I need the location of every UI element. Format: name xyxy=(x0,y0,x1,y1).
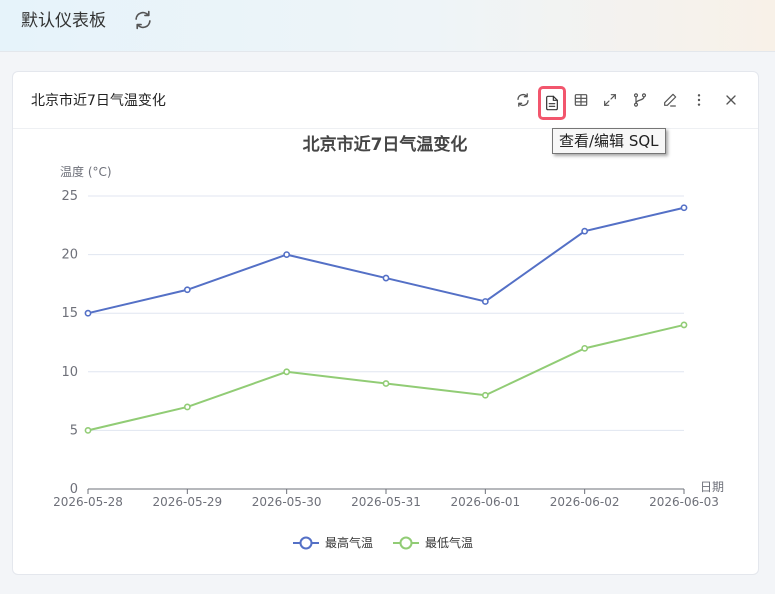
temperature-line-chart: 北京市近7日气温变化 温度 (°C) 日期 0510152025 2026-05… xyxy=(53,134,724,550)
y-tick-label: 15 xyxy=(61,306,78,321)
data-point[interactable] xyxy=(283,251,291,258)
legend-label: 最高气温 xyxy=(325,535,373,550)
data-point[interactable] xyxy=(481,298,489,305)
data-point[interactable] xyxy=(84,426,92,434)
data-point[interactable] xyxy=(680,204,688,212)
x-tick-label: 2026-05-31 xyxy=(351,495,421,509)
sql-tooltip: 查看/编辑 SQL xyxy=(552,128,666,154)
x-tick-label: 2026-06-03 xyxy=(649,495,719,509)
series-line xyxy=(87,323,685,432)
x-tick-label: 2026-05-28 xyxy=(53,495,123,509)
legend-item[interactable]: 最高气温 xyxy=(293,535,373,550)
data-point[interactable] xyxy=(382,274,390,282)
y-tick-label: 5 xyxy=(70,423,78,438)
y-tick-label: 10 xyxy=(61,365,78,380)
legend-marker xyxy=(299,536,313,550)
data-point[interactable] xyxy=(183,403,191,411)
data-point[interactable] xyxy=(680,321,688,329)
y-axis-label: 温度 (°C) xyxy=(60,164,112,179)
grid-lines xyxy=(88,195,684,431)
y-axis-ticks: 0510152025 xyxy=(61,189,78,497)
x-axis-ticks: 2026-05-28 2026-05-29 2026-05-30 2026-05-31… xyxy=(53,488,719,509)
x-tick-label: 2026-05-30 xyxy=(252,495,322,509)
y-tick-label: 20 xyxy=(61,248,78,263)
x-tick-label: 2026-06-01 xyxy=(450,495,520,509)
x-axis-label: 日期 xyxy=(700,480,724,494)
data-point[interactable] xyxy=(581,344,589,352)
y-tick-label: 25 xyxy=(61,189,78,204)
legend[interactable]: 最高气温 最低气温 xyxy=(293,535,473,550)
series-lines xyxy=(84,204,688,434)
x-tick-label: 2026-06-02 xyxy=(550,495,620,509)
legend-label: 最低气温 xyxy=(425,535,473,550)
data-point[interactable] xyxy=(84,309,92,317)
legend-marker xyxy=(399,536,413,550)
chart-title: 北京市近7日气温变化 xyxy=(303,134,468,155)
series-line xyxy=(87,206,685,315)
legend-item[interactable]: 最低气温 xyxy=(393,535,473,550)
data-point[interactable] xyxy=(581,227,589,235)
data-point[interactable] xyxy=(481,391,489,399)
x-tick-label: 2026-05-29 xyxy=(152,495,222,509)
data-point[interactable] xyxy=(183,286,191,294)
data-point[interactable] xyxy=(283,368,291,376)
data-point[interactable] xyxy=(382,380,390,387)
